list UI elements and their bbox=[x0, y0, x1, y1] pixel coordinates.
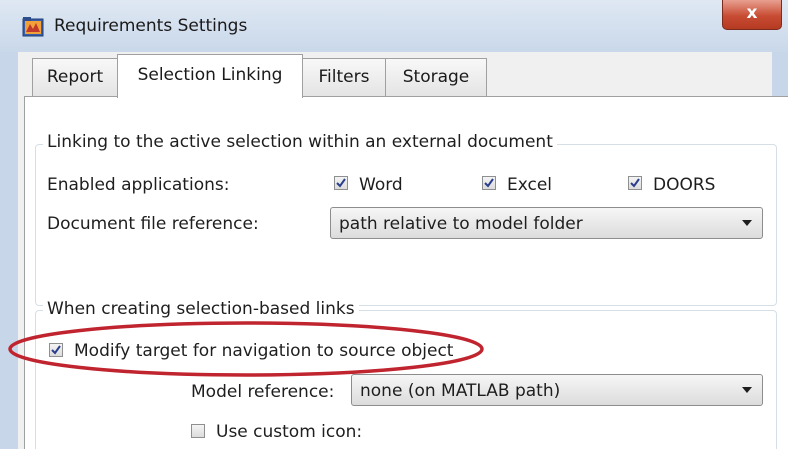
tab-storage[interactable]: Storage bbox=[385, 58, 487, 96]
chevron-down-icon bbox=[742, 220, 752, 226]
excel-checkbox[interactable] bbox=[482, 176, 496, 190]
doors-checkbox[interactable] bbox=[628, 176, 642, 190]
tab-label: Selection Linking bbox=[137, 65, 283, 85]
enabled-applications-label: Enabled applications: bbox=[47, 175, 230, 195]
highlight-ellipse-shape bbox=[8, 321, 484, 377]
window-frame-left bbox=[0, 52, 18, 449]
simulink-icon bbox=[22, 17, 44, 37]
group-legend: Linking to the active selection within a… bbox=[43, 132, 557, 152]
window-title: Requirements Settings bbox=[54, 16, 248, 36]
word-label[interactable]: Word bbox=[359, 175, 403, 195]
word-checkbox[interactable] bbox=[334, 176, 348, 190]
use-custom-icon-label[interactable]: Use custom icon: bbox=[216, 422, 362, 442]
close-icon: x bbox=[746, 3, 758, 23]
highlight-ellipse bbox=[8, 321, 484, 377]
requirements-settings-window: Requirements Settings x Report Selection… bbox=[0, 0, 788, 449]
tab-label: Storage bbox=[402, 67, 470, 87]
close-button[interactable]: x bbox=[722, 0, 782, 30]
doors-label[interactable]: DOORS bbox=[653, 175, 715, 195]
use-custom-icon-checkbox[interactable] bbox=[191, 424, 205, 438]
model-reference-label: Model reference: bbox=[191, 382, 335, 402]
tab-label: Filters bbox=[318, 67, 370, 87]
check-icon bbox=[484, 178, 494, 188]
tab-panel: Linking to the active selection within a… bbox=[24, 96, 788, 449]
group-legend: When creating selection-based links bbox=[43, 299, 359, 319]
tab-label: Report bbox=[46, 67, 104, 87]
document-file-reference-dropdown[interactable]: path relative to model folder bbox=[330, 207, 763, 239]
check-icon bbox=[336, 178, 346, 188]
dropdown-value: path relative to model folder bbox=[339, 214, 583, 234]
tab-report[interactable]: Report bbox=[32, 58, 118, 96]
document-file-reference-label: Document file reference: bbox=[47, 214, 259, 234]
tab-filters[interactable]: Filters bbox=[302, 58, 386, 96]
excel-label[interactable]: Excel bbox=[507, 175, 552, 195]
check-icon bbox=[630, 178, 640, 188]
tab-selection-linking[interactable]: Selection Linking bbox=[117, 54, 303, 98]
chevron-down-icon bbox=[742, 387, 752, 393]
dropdown-value: none (on MATLAB path) bbox=[360, 381, 561, 401]
title-bar[interactable]: Requirements Settings x bbox=[0, 0, 788, 52]
